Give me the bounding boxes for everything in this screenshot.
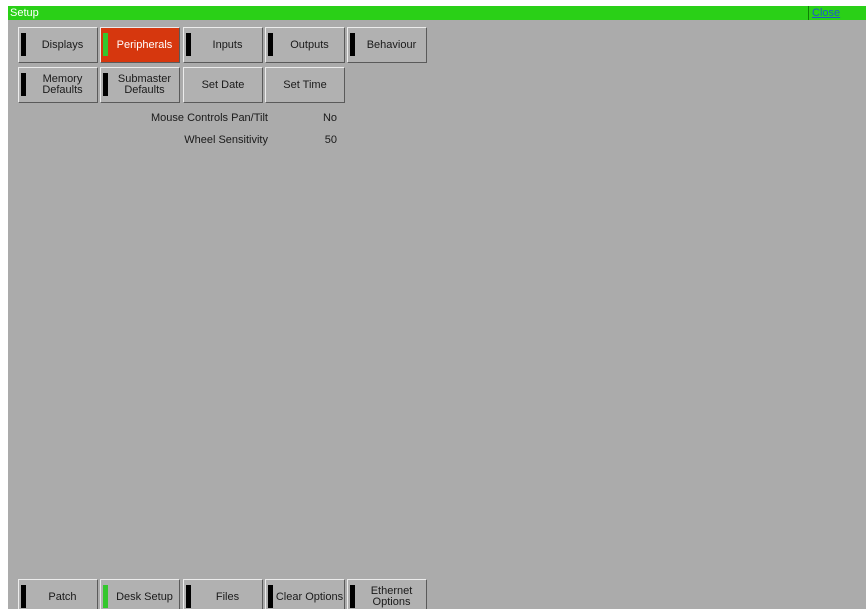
indicator bbox=[21, 73, 26, 96]
wheel-sensitivity-label: Wheel Sensitivity bbox=[184, 134, 268, 146]
button-label: Memory Defaults bbox=[42, 73, 83, 96]
indicator bbox=[350, 585, 355, 608]
button-label: Files bbox=[215, 590, 240, 603]
submaster-defaults-button[interactable]: Submaster Defaults bbox=[100, 67, 180, 103]
indicator bbox=[186, 33, 191, 56]
memory-defaults-button[interactable]: Memory Defaults bbox=[18, 67, 98, 103]
patch-button[interactable]: Patch bbox=[18, 579, 98, 609]
clear-options-button[interactable]: Clear Options bbox=[265, 579, 345, 609]
button-label: Set Date bbox=[201, 78, 245, 91]
indicator bbox=[350, 33, 355, 56]
close-button[interactable]: Close bbox=[808, 6, 866, 20]
indicator bbox=[21, 33, 26, 56]
setup-window: Setup Close Displays Peripherals Inputs … bbox=[8, 6, 866, 609]
set-time-button[interactable]: Set Time bbox=[265, 67, 345, 103]
ethernet-options-button[interactable]: Ethernet Options bbox=[347, 579, 427, 609]
tab-label: Outputs bbox=[290, 38, 329, 51]
indicator bbox=[103, 73, 108, 96]
tab-label: Peripherals bbox=[116, 38, 173, 51]
tab-outputs[interactable]: Outputs bbox=[265, 27, 345, 63]
button-label: Desk Setup bbox=[116, 590, 173, 603]
mouse-controls-pan-tilt-value[interactable]: No bbox=[297, 112, 337, 124]
tab-label: Behaviour bbox=[366, 38, 417, 51]
indicator bbox=[268, 33, 273, 56]
window-title: Setup bbox=[10, 7, 39, 19]
indicator bbox=[103, 585, 108, 608]
tab-peripherals[interactable]: Peripherals bbox=[100, 27, 180, 63]
button-label: Submaster Defaults bbox=[117, 73, 172, 96]
indicator bbox=[186, 585, 191, 608]
indicator bbox=[268, 585, 273, 608]
set-date-button[interactable]: Set Date bbox=[183, 67, 263, 103]
indicator bbox=[103, 33, 108, 56]
tab-displays[interactable]: Displays bbox=[18, 27, 98, 63]
wheel-sensitivity-value[interactable]: 50 bbox=[297, 134, 337, 146]
button-label: Ethernet Options bbox=[370, 585, 413, 608]
indicator bbox=[21, 585, 26, 608]
tab-behaviour[interactable]: Behaviour bbox=[347, 27, 427, 63]
tab-label: Displays bbox=[41, 38, 84, 51]
button-label: Patch bbox=[48, 590, 77, 603]
mouse-controls-pan-tilt-label: Mouse Controls Pan/Tilt bbox=[151, 112, 268, 124]
button-label: Set Time bbox=[283, 78, 327, 91]
title-bar: Setup Close bbox=[8, 6, 866, 20]
files-button[interactable]: Files bbox=[183, 579, 263, 609]
tab-label: Inputs bbox=[212, 38, 243, 51]
button-label: Clear Options bbox=[275, 590, 344, 603]
tab-inputs[interactable]: Inputs bbox=[183, 27, 263, 63]
desk-setup-button[interactable]: Desk Setup bbox=[100, 579, 180, 609]
